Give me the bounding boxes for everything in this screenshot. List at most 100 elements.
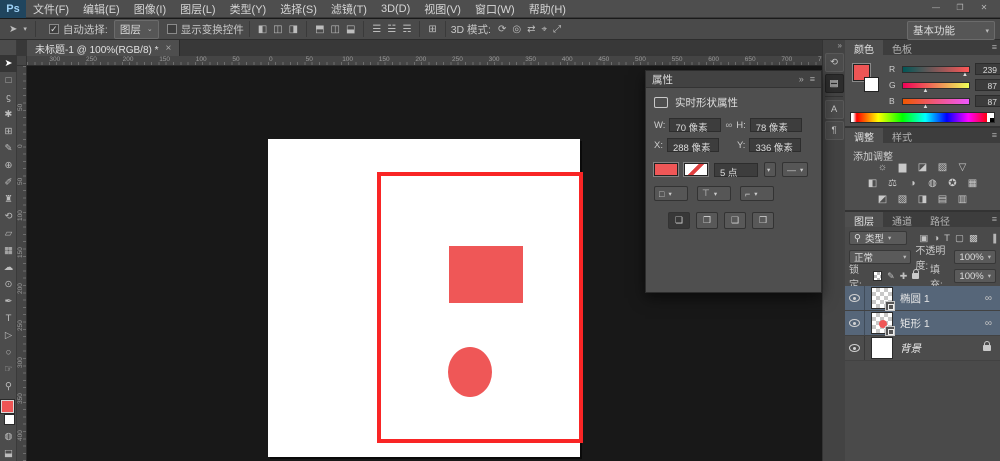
3d-roll-icon[interactable]: ◎ <box>509 24 524 35</box>
link-dimensions-icon[interactable]: ∞ <box>725 120 732 131</box>
align-horizontal-centers-icon[interactable]: ◫ <box>270 24 285 35</box>
rectangular-marquee-tool[interactable]: □ <box>0 72 17 89</box>
opacity-select[interactable]: 100% ▾ <box>954 250 996 264</box>
color-spectrum-ramp[interactable] <box>850 112 995 123</box>
layer-visibility-toggle[interactable] <box>845 336 865 360</box>
menu-item-0[interactable]: 文件(F) <box>26 0 76 18</box>
minimize-button[interactable]: — <box>924 0 948 15</box>
channel-b-slider[interactable]: ▲ <box>902 98 970 105</box>
lock-transparency-icon[interactable] <box>873 271 882 281</box>
width-field[interactable]: 70 像素 <box>669 118 721 132</box>
quick-mask-button[interactable]: ◍ <box>0 428 17 445</box>
shape-fill-color-swatch[interactable] <box>654 163 678 176</box>
restore-button[interactable]: ❐ <box>948 0 972 15</box>
color-panel-background-swatch[interactable] <box>864 77 879 92</box>
tab-channels[interactable]: 通道 <box>883 212 921 227</box>
clone-stamp-tool[interactable]: ♜ <box>0 191 17 208</box>
background-color-swatch[interactable] <box>4 414 15 425</box>
layer-visibility-toggle[interactable] <box>845 286 865 310</box>
invert-icon[interactable]: ◩ <box>876 193 890 206</box>
align-bottom-edges-icon[interactable]: ⬓ <box>343 24 358 35</box>
menu-item-1[interactable]: 编辑(E) <box>76 0 127 18</box>
layer-visibility-toggle[interactable] <box>845 311 865 335</box>
menu-item-9[interactable]: 窗口(W) <box>468 0 522 18</box>
align-vertical-centers-icon[interactable]: ◫ <box>328 24 343 35</box>
stroke-corners-select[interactable]: ⌐▾ <box>740 186 774 201</box>
menu-item-7[interactable]: 3D(D) <box>374 0 417 18</box>
menu-item-5[interactable]: 选择(S) <box>273 0 324 18</box>
slider-thumb-icon[interactable]: ▲ <box>962 72 968 78</box>
crop-tool[interactable]: ⊞ <box>0 123 17 140</box>
brightness-contrast-icon[interactable]: ☼ <box>876 161 890 174</box>
gradient-map-icon[interactable]: ▥ <box>956 193 970 206</box>
dodge-tool[interactable]: ⊙ <box>0 276 17 293</box>
levels-icon[interactable]: ▆ <box>896 161 910 174</box>
distribute-horizontal-icon[interactable]: ☴ <box>399 24 414 35</box>
horizontal-ruler[interactable]: 3002502001501005005010015020025030035040… <box>27 56 822 66</box>
slider-thumb-icon[interactable]: ▲ <box>922 104 928 110</box>
menu-item-6[interactable]: 滤镜(T) <box>324 0 374 18</box>
stroke-style-select[interactable]: — ▾ <box>782 162 808 177</box>
align-top-edges-icon[interactable]: ⬒ <box>312 24 327 35</box>
photo-filter-icon[interactable]: ◍ <box>926 177 940 190</box>
tab-swatches[interactable]: 色板 <box>883 40 921 55</box>
panel-menu-icon[interactable]: ≡ <box>992 42 997 52</box>
channel-g-slider[interactable]: ▲ <box>902 82 970 89</box>
history-brush-tool[interactable]: ⟲ <box>0 208 17 225</box>
spot-healing-brush-tool[interactable]: ⊕ <box>0 157 17 174</box>
auto-align-layers-icon[interactable]: ⊞ <box>425 24 439 35</box>
menu-item-3[interactable]: 图层(L) <box>173 0 222 18</box>
eraser-tool[interactable]: ▱ <box>0 225 17 242</box>
tab-layers[interactable]: 图层 <box>845 212 883 227</box>
layer-filter-type-select[interactable]: ⚲ 类型 ▾ <box>849 231 907 245</box>
height-field[interactable]: 78 像素 <box>750 118 802 132</box>
3d-rotate-icon[interactable]: ⟳ <box>495 24 509 35</box>
filter-shape-layers-icon[interactable]: ▢ <box>955 233 964 244</box>
menu-item-4[interactable]: 类型(Y) <box>223 0 274 18</box>
vertical-ruler[interactable]: 50050100150200250300350400 <box>17 66 27 461</box>
expand-panels-icon[interactable]: » <box>823 40 845 51</box>
exposure-icon[interactable]: ▨ <box>936 161 950 174</box>
vibrance-icon[interactable]: ▽ <box>956 161 970 174</box>
zoom-tool[interactable]: ⚲ <box>0 378 17 395</box>
eyedropper-tool[interactable]: ✎ <box>0 140 17 157</box>
document-close-icon[interactable]: × <box>166 43 172 54</box>
curves-icon[interactable]: ◪ <box>916 161 930 174</box>
x-field[interactable]: 288 像素 <box>667 138 719 152</box>
ruler-origin-corner[interactable] <box>17 56 27 66</box>
panel-menu-icon[interactable]: ≡ <box>992 214 997 224</box>
brush-tool[interactable]: ✐ <box>0 174 17 191</box>
layer-row[interactable]: 背景 <box>845 336 1000 361</box>
character-panel-icon[interactable]: A <box>825 100 844 119</box>
3d-slide-icon[interactable]: ⌖ <box>539 24 551 35</box>
auto-select-checkbox[interactable]: ✓ <box>49 24 59 34</box>
y-field[interactable]: 336 像素 <box>749 138 801 152</box>
history-panel-icon[interactable]: ⟲ <box>825 53 844 72</box>
properties-panel-icon[interactable]: ▤ <box>825 74 844 93</box>
tab-paths[interactable]: 路径 <box>921 212 959 227</box>
type-tool[interactable]: T <box>0 310 17 327</box>
layer-thumbnail[interactable] <box>871 337 893 359</box>
subtract-shape-op-button[interactable]: ❑ <box>724 212 746 229</box>
fill-select[interactable]: 100% ▾ <box>954 269 996 283</box>
properties-panel-header[interactable]: 属性 » ≡ <box>646 71 821 88</box>
menu-item-8[interactable]: 视图(V) <box>417 0 468 18</box>
hand-tool[interactable]: ☞ <box>0 361 17 378</box>
lock-all-icon[interactable] <box>912 273 919 279</box>
shape-stroke-color-swatch[interactable] <box>684 163 708 176</box>
3d-scale-icon[interactable]: ⤢ <box>550 24 564 35</box>
menu-item-2[interactable]: 图像(I) <box>127 0 173 18</box>
selective-color-icon[interactable]: ▤ <box>936 193 950 206</box>
posterize-icon[interactable]: ▧ <box>896 193 910 206</box>
slider-thumb-icon[interactable]: ▲ <box>922 88 928 94</box>
lock-move-icon[interactable]: ✚ <box>900 271 908 282</box>
layer-filter-toggle[interactable]: ▐ <box>990 234 996 243</box>
foreground-color-swatch[interactable] <box>1 400 14 413</box>
new-layer-op-button[interactable]: ❏ <box>668 212 690 229</box>
stroke-width-arrow[interactable]: ▾ <box>764 162 776 177</box>
color-lookup-icon[interactable]: ▦ <box>966 177 980 190</box>
layer-row[interactable]: 椭圆 1∞ <box>845 286 1000 311</box>
align-right-edges-icon[interactable]: ◨ <box>286 24 301 35</box>
panel-menu-icon[interactable]: ≡ <box>992 130 997 140</box>
filter-smart-objects-icon[interactable]: ▩ <box>969 233 978 244</box>
